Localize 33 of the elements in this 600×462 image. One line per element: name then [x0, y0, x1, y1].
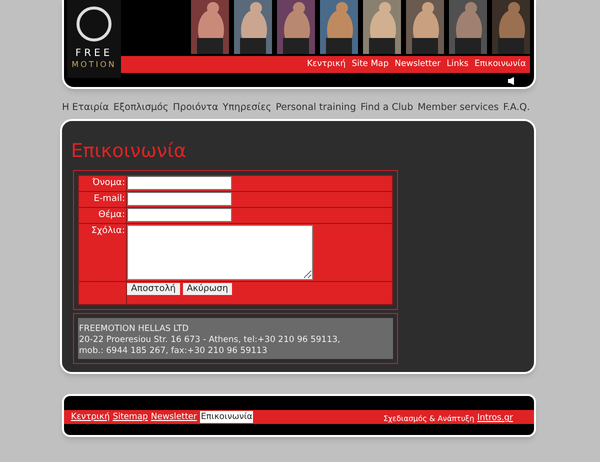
header-link[interactable]: Newsletter — [394, 58, 441, 71]
text-field[interactable] — [127, 208, 232, 222]
nav-link[interactable]: Find a Club — [360, 100, 414, 116]
footer-link[interactable]: Newsletter — [150, 410, 197, 424]
nav-link[interactable]: Member services — [418, 100, 499, 116]
logo-text: FREE — [75, 48, 113, 60]
contact-line: mob.: 6944 185 267, fax:+30 210 96 59113 — [79, 346, 268, 357]
header-link[interactable]: Κεντρική — [306, 58, 346, 71]
footer-link[interactable]: Κεντρική — [71, 410, 110, 424]
footer-link[interactable]: Επικοινωνία — [200, 410, 254, 424]
logo-text: MOTION — [72, 60, 116, 70]
contact-line: 20-22 Proeresiou Str. 16 673 - Athens, tel:+30 210 96 59113, — [79, 335, 342, 346]
header-link[interactable]: Επικοινωνία — [474, 58, 526, 71]
ring-icon — [74, 4, 114, 44]
comments-field[interactable] — [127, 225, 313, 280]
form-button[interactable]: Αποστολή — [127, 283, 180, 295]
nav-link[interactable]: Personal training — [276, 100, 356, 116]
text-field[interactable] — [127, 176, 232, 190]
header-link[interactable]: Site Map — [352, 58, 389, 71]
text-field[interactable] — [127, 192, 232, 206]
nav-link[interactable]: Υπηρεσίες — [222, 100, 272, 116]
credit-link[interactable]: Intros.gr — [477, 412, 513, 425]
nav-link[interactable]: Εξοπλισμός — [113, 100, 168, 116]
nav-link[interactable]: Προιόντα — [172, 100, 218, 116]
page-title: Επικοινωνία — [71, 139, 188, 163]
logo[interactable]: FREE MOTION — [67, 0, 121, 78]
nav-link[interactable]: F.A.Q. — [503, 100, 530, 116]
speaker-icon[interactable] — [508, 77, 514, 85]
header-link[interactable]: Links — [446, 58, 468, 71]
nav-link[interactable]: Η Εταιρία — [62, 100, 109, 116]
contact-line: FREEMOTION HELLAS LTD — [79, 324, 190, 335]
form-button[interactable]: Ακύρωση — [182, 283, 232, 295]
footer-link[interactable]: Sitemap — [112, 410, 148, 424]
